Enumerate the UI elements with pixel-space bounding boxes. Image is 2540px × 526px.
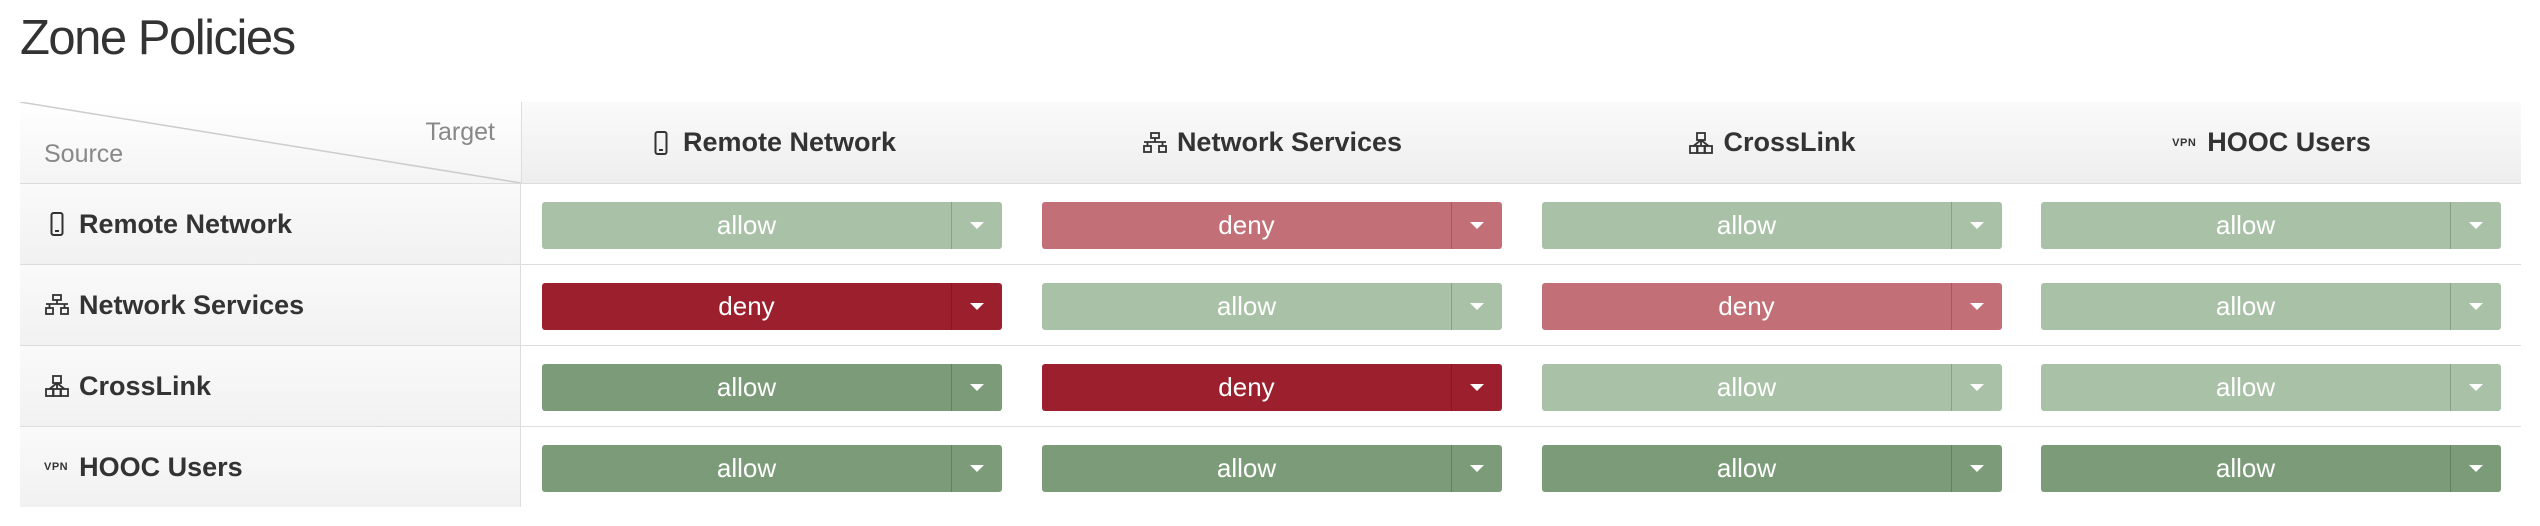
zone-policies-page: Zone Policies Target Source Remote Netwo… — [0, 0, 2540, 526]
policy-select-remote-network-to-hooc-users[interactable]: allow — [2041, 202, 2501, 249]
chevron-down-icon — [970, 303, 984, 310]
policy-value: deny — [718, 291, 775, 321]
policy-value: allow — [716, 372, 777, 402]
hierarchy-icon — [44, 373, 70, 399]
chevron-down-icon — [2469, 465, 2483, 472]
row-header-label: Network Services — [79, 289, 305, 320]
matrix-corner-header: Target Source — [20, 102, 522, 183]
chevron-down-icon — [1470, 384, 1484, 391]
hierarchy-icon — [1688, 130, 1714, 156]
chevron-down-icon — [2469, 222, 2483, 229]
column-header-label: HOOC Users — [2207, 127, 2371, 157]
dropdown-toggle[interactable] — [1451, 283, 1502, 330]
policy-select-crosslink-to-hooc-users[interactable]: allow — [2041, 364, 2501, 411]
row-header-label: HOOC Users — [79, 451, 243, 482]
policy-value: allow — [2215, 372, 2276, 402]
dropdown-toggle[interactable] — [1951, 445, 2002, 492]
row-header-label: CrossLink — [79, 370, 212, 401]
dropdown-toggle[interactable] — [2450, 445, 2501, 492]
column-header-label: Network Services — [1176, 127, 1403, 157]
policy-select-hooc-users-to-hooc-users[interactable]: allow — [2041, 445, 2501, 492]
row-header-network-services: Network Services — [20, 265, 521, 345]
policy-select-hooc-users-to-remote-network[interactable]: allow — [542, 445, 1002, 492]
policy-select-crosslink-to-remote-network[interactable]: allow — [542, 364, 1002, 411]
row-header-remote-network: Remote Network — [20, 184, 521, 264]
vpn-icon: VPN — [44, 461, 69, 473]
policy-value: allow — [716, 210, 777, 240]
dropdown-toggle[interactable] — [2450, 202, 2501, 249]
column-header-crosslink: CrossLink — [1522, 102, 2022, 183]
network-tree-icon — [1142, 130, 1168, 156]
policy-select-hooc-users-to-network-services[interactable]: allow — [1042, 445, 1502, 492]
chevron-down-icon — [1470, 222, 1484, 229]
policy-select-crosslink-to-network-services[interactable]: deny — [1042, 364, 1502, 411]
policy-value: deny — [1218, 210, 1275, 240]
chevron-down-icon — [970, 384, 984, 391]
policy-value: allow — [1716, 372, 1777, 402]
chevron-down-icon — [1970, 303, 1984, 310]
dropdown-toggle[interactable] — [951, 283, 1002, 330]
network-tree-icon — [44, 292, 70, 318]
policy-value: deny — [1718, 291, 1775, 321]
policy-value: allow — [2215, 291, 2276, 321]
dropdown-toggle[interactable] — [1951, 283, 2002, 330]
row-header-hooc-users: VPN HOOC Users — [20, 427, 521, 507]
dropdown-toggle[interactable] — [1451, 364, 1502, 411]
chevron-down-icon — [970, 465, 984, 472]
page-title: Zone Policies — [20, 11, 296, 65]
policy-value: allow — [1716, 210, 1777, 240]
policy-value: allow — [1216, 453, 1277, 483]
vpn-icon: VPN — [2172, 136, 2197, 149]
policy-select-network-services-to-crosslink[interactable]: deny — [1542, 283, 2002, 330]
column-header-label: CrossLink — [1723, 127, 1856, 157]
chevron-down-icon — [1970, 384, 1984, 391]
policy-value: allow — [1216, 291, 1277, 321]
policy-value: allow — [2215, 453, 2276, 483]
policy-value: allow — [716, 453, 777, 483]
column-header-label: Remote Network — [682, 127, 897, 157]
target-axis-label: Target — [425, 118, 495, 146]
chevron-down-icon — [1970, 465, 1984, 472]
policy-select-crosslink-to-crosslink[interactable]: allow — [1542, 364, 2002, 411]
row-header-label: Remote Network — [79, 208, 293, 239]
policy-select-network-services-to-remote-network[interactable]: deny — [542, 283, 1002, 330]
chevron-down-icon — [1970, 222, 1984, 229]
source-axis-label: Source — [44, 140, 124, 168]
chevron-down-icon — [1470, 303, 1484, 310]
column-header-hooc-users: VPN HOOC Users — [2022, 102, 2521, 183]
chevron-down-icon — [1470, 465, 1484, 472]
policy-value: deny — [1218, 372, 1275, 402]
mobile-phone-icon — [44, 211, 70, 237]
dropdown-toggle[interactable] — [2450, 283, 2501, 330]
policy-select-remote-network-to-crosslink[interactable]: allow — [1542, 202, 2002, 249]
dropdown-toggle[interactable] — [1951, 364, 2002, 411]
policy-select-network-services-to-network-services[interactable]: allow — [1042, 283, 1502, 330]
policy-select-remote-network-to-remote-network[interactable]: allow — [542, 202, 1002, 249]
dropdown-toggle[interactable] — [1451, 445, 1502, 492]
policy-value: allow — [2215, 210, 2276, 240]
dropdown-toggle[interactable] — [1451, 202, 1502, 249]
row-header-crosslink: CrossLink — [20, 346, 521, 426]
column-header-network-services: Network Services — [1022, 102, 1522, 183]
policy-select-hooc-users-to-crosslink[interactable]: allow — [1542, 445, 2002, 492]
policy-value: allow — [1716, 453, 1777, 483]
policy-select-remote-network-to-network-services[interactable]: deny — [1042, 202, 1502, 249]
mobile-phone-icon — [648, 130, 674, 156]
policy-matrix: Target Source Remote Network Network Ser… — [20, 102, 2521, 510]
policy-select-network-services-to-hooc-users[interactable]: allow — [2041, 283, 2501, 330]
dropdown-toggle[interactable] — [951, 364, 1002, 411]
column-header-remote-network: Remote Network — [522, 102, 1022, 183]
dropdown-toggle[interactable] — [2450, 364, 2501, 411]
chevron-down-icon — [2469, 384, 2483, 391]
chevron-down-icon — [970, 222, 984, 229]
dropdown-toggle[interactable] — [951, 202, 1002, 249]
chevron-down-icon — [2469, 303, 2483, 310]
dropdown-toggle[interactable] — [1951, 202, 2002, 249]
dropdown-toggle[interactable] — [951, 445, 1002, 492]
